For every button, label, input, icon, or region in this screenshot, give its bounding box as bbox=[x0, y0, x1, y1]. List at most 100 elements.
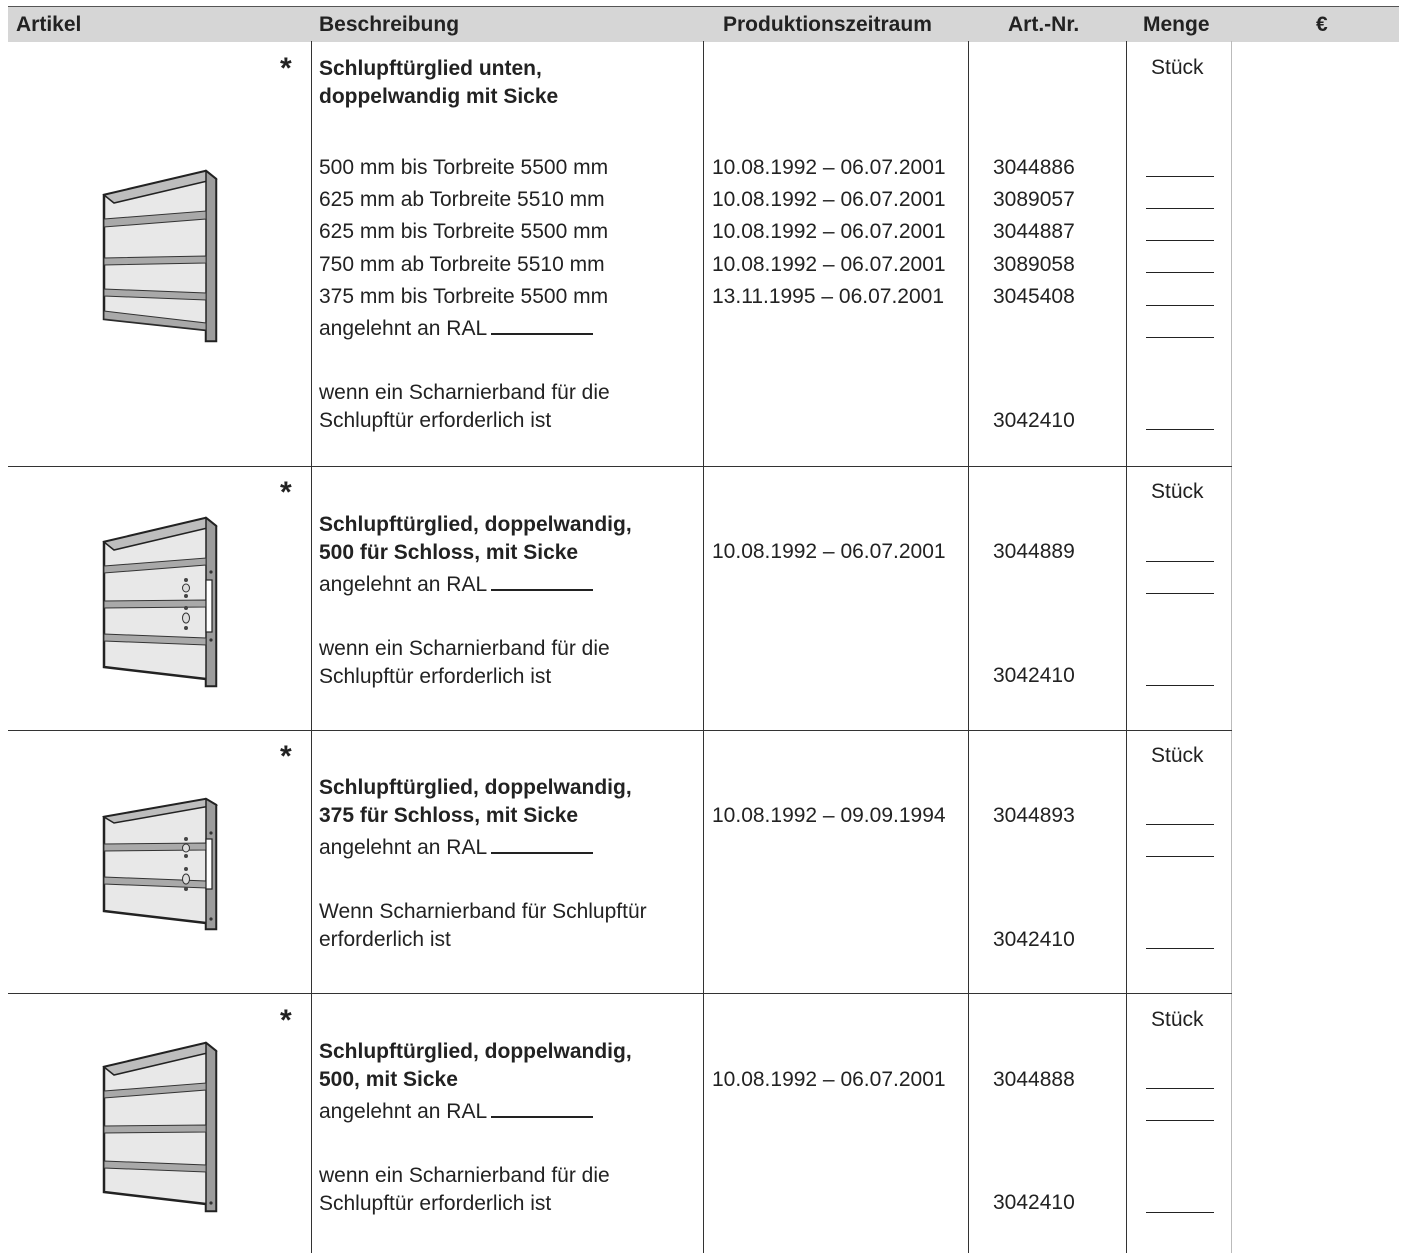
header-artikel: Artikel bbox=[16, 13, 82, 36]
header-beschreibung: Beschreibung bbox=[319, 13, 460, 36]
hinge-note: Wenn Scharnierband für Schlupftür erford… bbox=[319, 898, 647, 953]
ral-label: angelehnt an RAL bbox=[319, 834, 594, 862]
quantity-field[interactable] bbox=[1146, 593, 1214, 594]
variant-desc: 375 mm bis Torbreite 5500 mm bbox=[319, 285, 609, 308]
row-title-line: Schlupftürglied, doppelwandig, bbox=[319, 1040, 632, 1063]
quantity-field[interactable] bbox=[1146, 561, 1214, 562]
star-marker: * bbox=[280, 476, 292, 509]
hinge-note-line: Schlupftür erforderlich ist bbox=[319, 664, 552, 688]
row-title: Schlupftürglied, doppelwandig, 500 für S… bbox=[319, 511, 632, 566]
quantity-field[interactable] bbox=[1146, 176, 1214, 177]
variant-period: 10.08.1992 – 06.07.2001 bbox=[712, 253, 946, 276]
column-divider bbox=[1231, 41, 1232, 1253]
door-section-lock-illustration bbox=[102, 516, 218, 688]
quantity-field[interactable] bbox=[1146, 337, 1214, 338]
variant-period: 13.11.1995 – 06.07.2001 bbox=[712, 285, 944, 308]
ral-label: angelehnt an RAL bbox=[319, 1098, 594, 1126]
quantity-field[interactable] bbox=[1146, 429, 1214, 430]
table-header: Artikel Beschreibung Produktionszeitraum… bbox=[8, 6, 1399, 42]
unit-label: Stück bbox=[1151, 480, 1204, 503]
hinge-note: wenn ein Scharnierband für die Schlupftü… bbox=[319, 379, 610, 434]
ral-text: angelehnt an RAL bbox=[319, 573, 488, 596]
row-title: Schlupftürglied unten, doppelwandig mit … bbox=[319, 55, 558, 110]
variant-desc: 500 mm bis Torbreite 5500 mm bbox=[319, 156, 609, 179]
hinge-note-line: wenn ein Scharnierband für die bbox=[319, 1164, 610, 1187]
variant-desc: 750 mm ab Torbreite 5510 mm bbox=[319, 253, 605, 276]
unit-label: Stück bbox=[1151, 744, 1204, 767]
hinge-note: wenn ein Scharnierband für die Schlupftü… bbox=[319, 1162, 610, 1217]
hinge-artnr: 3042410 bbox=[993, 928, 1075, 951]
header-artnr: Art.-Nr. bbox=[1008, 13, 1080, 36]
quantity-field[interactable] bbox=[1146, 1120, 1214, 1121]
hinge-note-line: Schlupftür erforderlich ist bbox=[319, 1191, 552, 1215]
column-divider bbox=[968, 41, 969, 1253]
quantity-field[interactable] bbox=[1146, 305, 1214, 306]
hinge-artnr: 3042410 bbox=[993, 409, 1075, 432]
ral-label: angelehnt an RAL bbox=[319, 571, 594, 599]
variant-period: 10.08.1992 – 06.07.2001 bbox=[712, 1068, 946, 1091]
variant-artnr: 3045408 bbox=[993, 285, 1075, 308]
variant-artnr: 3044887 bbox=[993, 220, 1075, 243]
variant-artnr: 3089058 bbox=[993, 253, 1075, 276]
variant-desc: 625 mm bis Torbreite 5500 mm bbox=[319, 220, 609, 243]
hinge-artnr: 3042410 bbox=[993, 1191, 1075, 1214]
ral-text: angelehnt an RAL bbox=[319, 317, 488, 340]
ral-input-line[interactable] bbox=[491, 836, 594, 854]
ral-input-line[interactable] bbox=[491, 1100, 594, 1118]
column-divider bbox=[311, 41, 312, 1253]
variant-period: 10.08.1992 – 06.07.2001 bbox=[712, 540, 946, 563]
variant-period: 10.08.1992 – 09.09.1994 bbox=[712, 804, 946, 827]
variant-artnr: 3044889 bbox=[993, 540, 1075, 563]
hinge-artnr: 3042410 bbox=[993, 664, 1075, 687]
ral-text: angelehnt an RAL bbox=[319, 836, 488, 859]
hinge-note-line: erforderlich ist bbox=[319, 927, 451, 951]
door-section-illustration bbox=[102, 169, 218, 343]
ral-input-line[interactable] bbox=[491, 317, 594, 335]
door-section-lock-illustration bbox=[101, 797, 219, 931]
quantity-field[interactable] bbox=[1146, 272, 1214, 273]
variant-artnr: 3044893 bbox=[993, 804, 1075, 827]
star-marker: * bbox=[280, 1004, 292, 1037]
variant-period: 10.08.1992 – 06.07.2001 bbox=[712, 220, 946, 243]
ral-text: angelehnt an RAL bbox=[319, 1100, 488, 1123]
column-divider bbox=[1126, 41, 1127, 1253]
variant-artnr: 3089057 bbox=[993, 188, 1075, 211]
quantity-field[interactable] bbox=[1146, 685, 1214, 686]
row-title-line: doppelwandig mit Sicke bbox=[319, 84, 559, 108]
row-title-line: Schlupftürglied unten, bbox=[319, 57, 542, 80]
door-section-illustration bbox=[102, 1041, 218, 1213]
hinge-note-line: wenn ein Scharnierband für die bbox=[319, 637, 610, 660]
ral-label: angelehnt an RAL bbox=[319, 315, 594, 343]
quantity-field[interactable] bbox=[1146, 240, 1214, 241]
row-title-line: 500 für Schloss, mit Sicke bbox=[319, 540, 579, 564]
ral-input-line[interactable] bbox=[491, 573, 594, 591]
variant-desc: 625 mm ab Torbreite 5510 mm bbox=[319, 188, 605, 211]
hinge-note-line: Schlupftür erforderlich ist bbox=[319, 408, 552, 432]
variant-period: 10.08.1992 – 06.07.2001 bbox=[712, 156, 946, 179]
row-title-line: 375 für Schloss, mit Sicke bbox=[319, 803, 579, 827]
quantity-field[interactable] bbox=[1146, 1088, 1214, 1089]
header-menge: Menge bbox=[1143, 13, 1210, 36]
header-euro: € bbox=[1316, 13, 1328, 36]
header-produktionszeitraum: Produktionszeitraum bbox=[723, 13, 932, 36]
quantity-field[interactable] bbox=[1146, 948, 1214, 949]
column-divider bbox=[703, 41, 704, 1253]
quantity-field[interactable] bbox=[1146, 824, 1214, 825]
unit-label: Stück bbox=[1151, 56, 1204, 79]
row-divider bbox=[8, 993, 1232, 994]
star-marker: * bbox=[280, 740, 292, 773]
row-title: Schlupftürglied, doppelwandig, 500, mit … bbox=[319, 1038, 632, 1093]
row-title-line: 500, mit Sicke bbox=[319, 1067, 458, 1091]
row-title-line: Schlupftürglied, doppelwandig, bbox=[319, 513, 632, 536]
variant-artnr: 3044886 bbox=[993, 156, 1075, 179]
row-divider bbox=[8, 466, 1232, 467]
variant-artnr: 3044888 bbox=[993, 1068, 1075, 1091]
quantity-field[interactable] bbox=[1146, 208, 1214, 209]
variant-period: 10.08.1992 – 06.07.2001 bbox=[712, 188, 946, 211]
hinge-note-line: Wenn Scharnierband für Schlupftür bbox=[319, 900, 647, 923]
row-divider bbox=[8, 730, 1232, 731]
quantity-field[interactable] bbox=[1146, 1212, 1214, 1213]
row-title: Schlupftürglied, doppelwandig, 375 für S… bbox=[319, 774, 632, 829]
star-marker: * bbox=[280, 52, 292, 85]
quantity-field[interactable] bbox=[1146, 856, 1214, 857]
